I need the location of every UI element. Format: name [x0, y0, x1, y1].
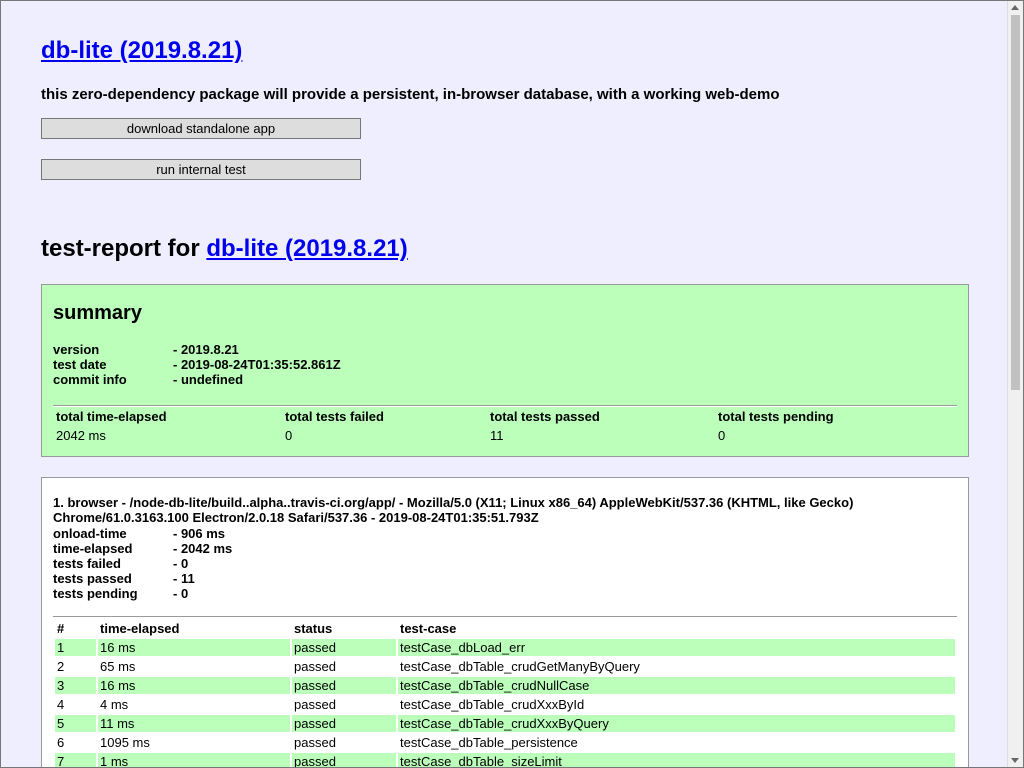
col-header-time-elapsed: time-elapsed [100, 621, 180, 636]
browser-stat-row: tests failed - 0 [53, 556, 188, 571]
summary-version-row: version - 2019.8.21 [53, 342, 239, 357]
cell-number: 2 [57, 659, 65, 674]
table-row: 3 16 ms passed testCase_dbTable_crudNull… [55, 677, 955, 694]
total-tests-pending-value: 0 [718, 428, 726, 443]
cell-time-elapsed: 16 ms [98, 639, 290, 656]
table-row: 6 1095 ms passed testCase_dbTable_persis… [55, 734, 955, 751]
cell-status: passed [294, 697, 336, 712]
total-tests-failed-value: 0 [285, 428, 293, 443]
col-header-status: status [294, 621, 333, 636]
cell-status: passed [292, 639, 396, 656]
summary-value: - 2019.8.21 [173, 342, 239, 357]
table-row: 7 1 ms passed testCase_dbTable_sizeLimit [55, 753, 955, 767]
cell-test-case: testCase_dbTable_crudGetManyByQuery [400, 659, 640, 674]
cell-status: passed [294, 659, 336, 674]
total-tests-failed-header: total tests failed [285, 409, 384, 424]
browser-stat-key: time-elapsed [53, 541, 133, 556]
vertical-scrollbar[interactable] [1007, 1, 1023, 767]
cell-status: passed [292, 753, 396, 767]
test-report-link[interactable]: db-lite (2019.8.21) [206, 235, 407, 262]
cell-number: 6 [57, 735, 65, 750]
cell-test-case: testCase_dbTable_crudNullCase [398, 677, 955, 694]
cell-number: 7 [55, 753, 96, 767]
run-internal-test-button[interactable]: run internal test [41, 159, 361, 180]
tagline: this zero-dependency package will provid… [41, 86, 780, 103]
summary-key: commit info [53, 372, 127, 387]
total-tests-passed-header: total tests passed [490, 409, 600, 424]
cell-time-elapsed: 65 ms [100, 659, 136, 674]
page-title: db-lite (2019.8.21) [41, 37, 242, 65]
browser-stat-key: tests passed [53, 571, 132, 586]
cell-status: passed [292, 715, 396, 732]
table-row: 4 4 ms passed testCase_dbTable_crudXxxBy… [55, 696, 955, 713]
cell-time-elapsed: 16 ms [98, 677, 290, 694]
total-tests-passed-value: 11 [490, 428, 504, 443]
test-case-table: # time-elapsed status test-case 1 16 ms … [53, 618, 957, 767]
cell-number: 4 [57, 697, 65, 712]
cell-time-elapsed: 1095 ms [100, 735, 150, 750]
total-time-elapsed-header: total time-elapsed [56, 409, 167, 424]
browser-stat-row: onload-time - 906 ms [53, 526, 225, 541]
scrollbar-thumb[interactable] [1011, 15, 1020, 390]
browser-report-panel: 1. browser - /node-db-lite/build..alpha.… [41, 477, 969, 767]
summary-key: test date [53, 357, 107, 372]
test-report-heading-prefix: test-report for [41, 235, 207, 262]
browser-report-title: 1. browser - /node-db-lite/build..alpha.… [53, 495, 854, 525]
page-frame: db-lite (2019.8.21) this zero-dependency… [0, 0, 1024, 768]
cell-test-case: testCase_dbTable_sizeLimit [398, 753, 955, 767]
summary-title: summary [53, 302, 142, 324]
browser-stat-value: - 0 [173, 556, 189, 571]
cell-test-case: testCase_dbLoad_err [398, 639, 955, 656]
browser-stat-row: time-elapsed - 2042 ms [53, 541, 232, 556]
scroll-down-arrow-icon[interactable] [1011, 758, 1019, 763]
scroll-up-arrow-icon[interactable] [1011, 5, 1019, 10]
table-row: 5 11 ms passed testCase_dbTable_crudXxxB… [55, 715, 955, 732]
browser-stat-row: tests pending - 0 [53, 586, 188, 601]
total-tests-pending-header: total tests pending [718, 409, 834, 424]
test-report-heading: test-report for db-lite (2019.8.21) [41, 235, 408, 263]
table-header-row: # time-elapsed status test-case [55, 620, 955, 637]
table-row: 2 65 ms passed testCase_dbTable_crudGetM… [55, 658, 955, 675]
browser-stat-key: tests pending [53, 586, 138, 601]
cell-test-case: testCase_dbTable_crudXxxByQuery [398, 715, 955, 732]
summary-test-date-row: test date - 2019-08-24T01:35:52.861Z [53, 357, 341, 372]
cell-number: 5 [55, 715, 96, 732]
summary-value: - undefined [173, 372, 244, 387]
cell-test-case: testCase_dbTable_crudXxxById [400, 697, 585, 712]
summary-panel: summary version - 2019.8.21 test date - 20… [41, 284, 969, 457]
summary-divider [53, 405, 957, 407]
cell-test-case: testCase_dbTable_persistence [400, 735, 578, 750]
cell-number: 3 [55, 677, 96, 694]
cell-time-elapsed: 11 ms [98, 715, 290, 732]
title-link[interactable]: db-lite (2019.8.21) [41, 37, 242, 64]
download-standalone-app-button[interactable]: download standalone app [41, 118, 361, 139]
cell-time-elapsed: 1 ms [98, 753, 290, 767]
cell-time-elapsed: 4 ms [100, 697, 129, 712]
browser-stat-value: - 11 [173, 571, 195, 586]
browser-stat-row: tests passed - 11 [53, 571, 195, 586]
browser-stat-value: - 0 [173, 586, 189, 601]
col-header-test-case: test-case [400, 621, 457, 636]
browser-stat-value: - 2042 ms [173, 541, 233, 556]
total-time-elapsed-value: 2042 ms [56, 428, 106, 443]
summary-commit-info-row: commit info - undefined [53, 372, 243, 387]
summary-key: version [53, 342, 100, 357]
browser-stat-value: - 906 ms [173, 526, 226, 541]
summary-value: - 2019-08-24T01:35:52.861Z [173, 357, 341, 372]
cell-status: passed [294, 735, 336, 750]
browser-stat-key: tests failed [53, 556, 121, 571]
browser-stat-key: onload-time [53, 526, 127, 541]
table-row: 1 16 ms passed testCase_dbLoad_err [55, 639, 955, 656]
cell-status: passed [292, 677, 396, 694]
cell-number: 1 [55, 639, 96, 656]
col-header-number: # [57, 621, 65, 636]
